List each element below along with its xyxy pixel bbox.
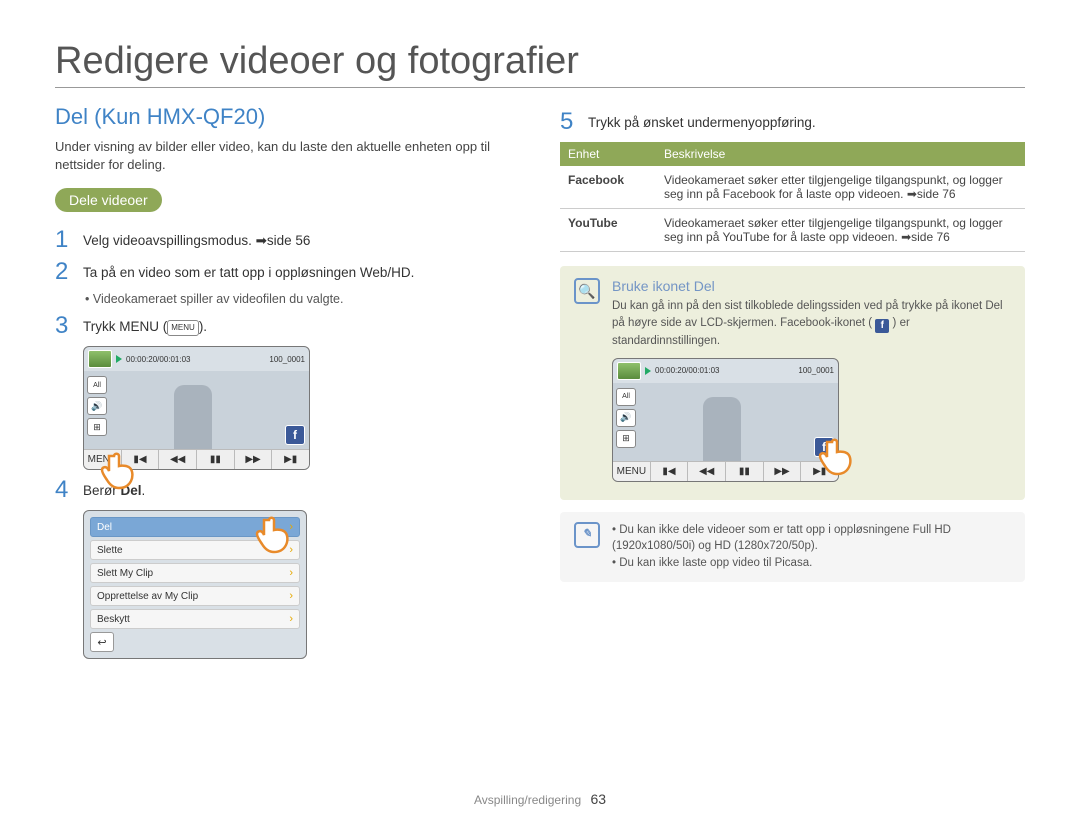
step-4-post: . — [142, 483, 146, 498]
step-5: 5 Trykk på ønsket undermenyoppføring. — [560, 110, 1025, 134]
tap-hand-icon — [100, 450, 142, 498]
note-icon: ✎ — [574, 522, 600, 548]
silhouette-graphic — [174, 385, 212, 449]
intro-text: Under visning av bilder eller video, kan… — [55, 138, 520, 174]
grid-icon: ⊞ — [616, 430, 636, 448]
thumbnail-icon — [617, 362, 641, 380]
table-header-enhet: Enhet — [560, 142, 656, 166]
step-2: 2 Ta på en video som er tatt opp i opplø… — [55, 260, 520, 284]
pause-button: ▮▮ — [197, 450, 235, 469]
unit-table: Enhet Beskrivelse Facebook Videokameraet… — [560, 142, 1025, 252]
back-icon: ↩ — [90, 632, 114, 652]
note-box: ✎ • Du kan ikke dele videoer som er tatt… — [560, 512, 1025, 582]
step-text: Ta på en video som er tatt opp i oppløsn… — [83, 264, 414, 284]
info-heading: Bruke ikonet Del — [612, 278, 1011, 294]
silhouette-graphic — [703, 397, 741, 461]
cell-youtube: YouTube — [560, 209, 656, 252]
menu-item-slett-my-clip: Slett My Clip› — [90, 563, 300, 583]
info-box: 🔍 Bruke ikonet Del Du kan gå inn på den … — [560, 266, 1025, 500]
pause-button: ▮▮ — [726, 462, 764, 481]
clip-id: 100_0001 — [269, 355, 305, 364]
menu-chip-icon: MENU — [167, 320, 199, 335]
forward-button: ▶▶ — [764, 462, 802, 481]
table-header-beskrivelse: Beskrivelse — [656, 142, 1025, 166]
playback-time: 00:00:20/00:01:03 — [126, 355, 191, 364]
table-row: YouTube Videokameraet søker etter tilgje… — [560, 209, 1025, 252]
page-number: 63 — [590, 791, 606, 807]
cell-facebook: Facebook — [560, 166, 656, 209]
camera-preview: 00:00:20/00:01:03 100_0001 All 🔊 ⊞ — [612, 358, 839, 482]
rewind-button: ◀◀ — [688, 462, 726, 481]
step-text: Velg videoavspillingsmodus. ➡side 56 — [83, 232, 310, 252]
tap-hand-icon — [255, 514, 297, 562]
step-number: 2 — [55, 260, 73, 284]
subsection-pill: Dele videoer — [55, 188, 162, 212]
all-chip: All — [616, 388, 636, 406]
playback-time: 00:00:20/00:01:03 — [655, 366, 720, 375]
table-row: Facebook Videokameraet søker etter tilgj… — [560, 166, 1025, 209]
thumbnail-icon — [88, 350, 112, 368]
clip-id: 100_0001 — [798, 366, 834, 375]
step-2-bullet: Videokameraet spiller av videofilen du v… — [85, 292, 520, 306]
volume-icon: 🔊 — [616, 409, 636, 427]
page-footer: Avspilling/redigering 63 — [0, 791, 1080, 807]
playback-bar: MENU ▮◀ ◀◀ ▮▮ ▶▶ ▶▮ — [613, 461, 838, 481]
prev-button: ▮◀ — [651, 462, 689, 481]
facebook-chip-icon: f — [875, 319, 889, 333]
step-text: Trykk på ønsket undermenyoppføring. — [588, 114, 816, 134]
step-number: 4 — [55, 478, 73, 502]
note-2: • Du kan ikke laste opp video til Picasa… — [612, 555, 1011, 572]
cell-facebook-desc: Videokameraet søker etter tilgjengelige … — [656, 166, 1025, 209]
info-body: Du kan gå inn på den sist tilkoblede del… — [612, 298, 1011, 350]
footer-section: Avspilling/redigering — [474, 793, 581, 807]
magnifier-icon: 🔍 — [574, 278, 600, 304]
step-number: 1 — [55, 228, 73, 252]
page-title: Redigere videoer og fotografier — [55, 40, 1025, 88]
grid-icon: ⊞ — [87, 418, 107, 436]
menu-button: MENU — [613, 462, 651, 481]
rewind-button: ◀◀ — [159, 450, 197, 469]
volume-icon: 🔊 — [87, 397, 107, 415]
menu-item-beskytt: Beskytt› — [90, 609, 300, 629]
play-icon — [645, 367, 651, 375]
step-3: 3 Trykk MENU (MENU). — [55, 314, 520, 338]
note-1: • Du kan ikke dele videoer som er tatt o… — [612, 522, 1011, 555]
menu-item-opprettelse: Opprettelse av My Clip› — [90, 586, 300, 606]
play-icon — [116, 355, 122, 363]
step-3-post: ). — [199, 319, 207, 334]
step-1: 1 Velg videoavspillingsmodus. ➡side 56 — [55, 228, 520, 252]
section-heading: Del (Kun HMX-QF20) — [55, 104, 520, 130]
forward-button: ▶▶ — [235, 450, 273, 469]
step-text: Trykk MENU (MENU). — [83, 318, 207, 338]
cell-youtube-desc: Videokameraet søker etter tilgjengelige … — [656, 209, 1025, 252]
next-button: ▶▮ — [272, 450, 309, 469]
all-chip: All — [87, 376, 107, 394]
step-3-pre: Trykk MENU ( — [83, 319, 167, 334]
step-number: 3 — [55, 314, 73, 338]
tap-hand-icon — [818, 436, 860, 484]
facebook-icon: f — [285, 425, 305, 445]
step-number: 5 — [560, 110, 578, 134]
